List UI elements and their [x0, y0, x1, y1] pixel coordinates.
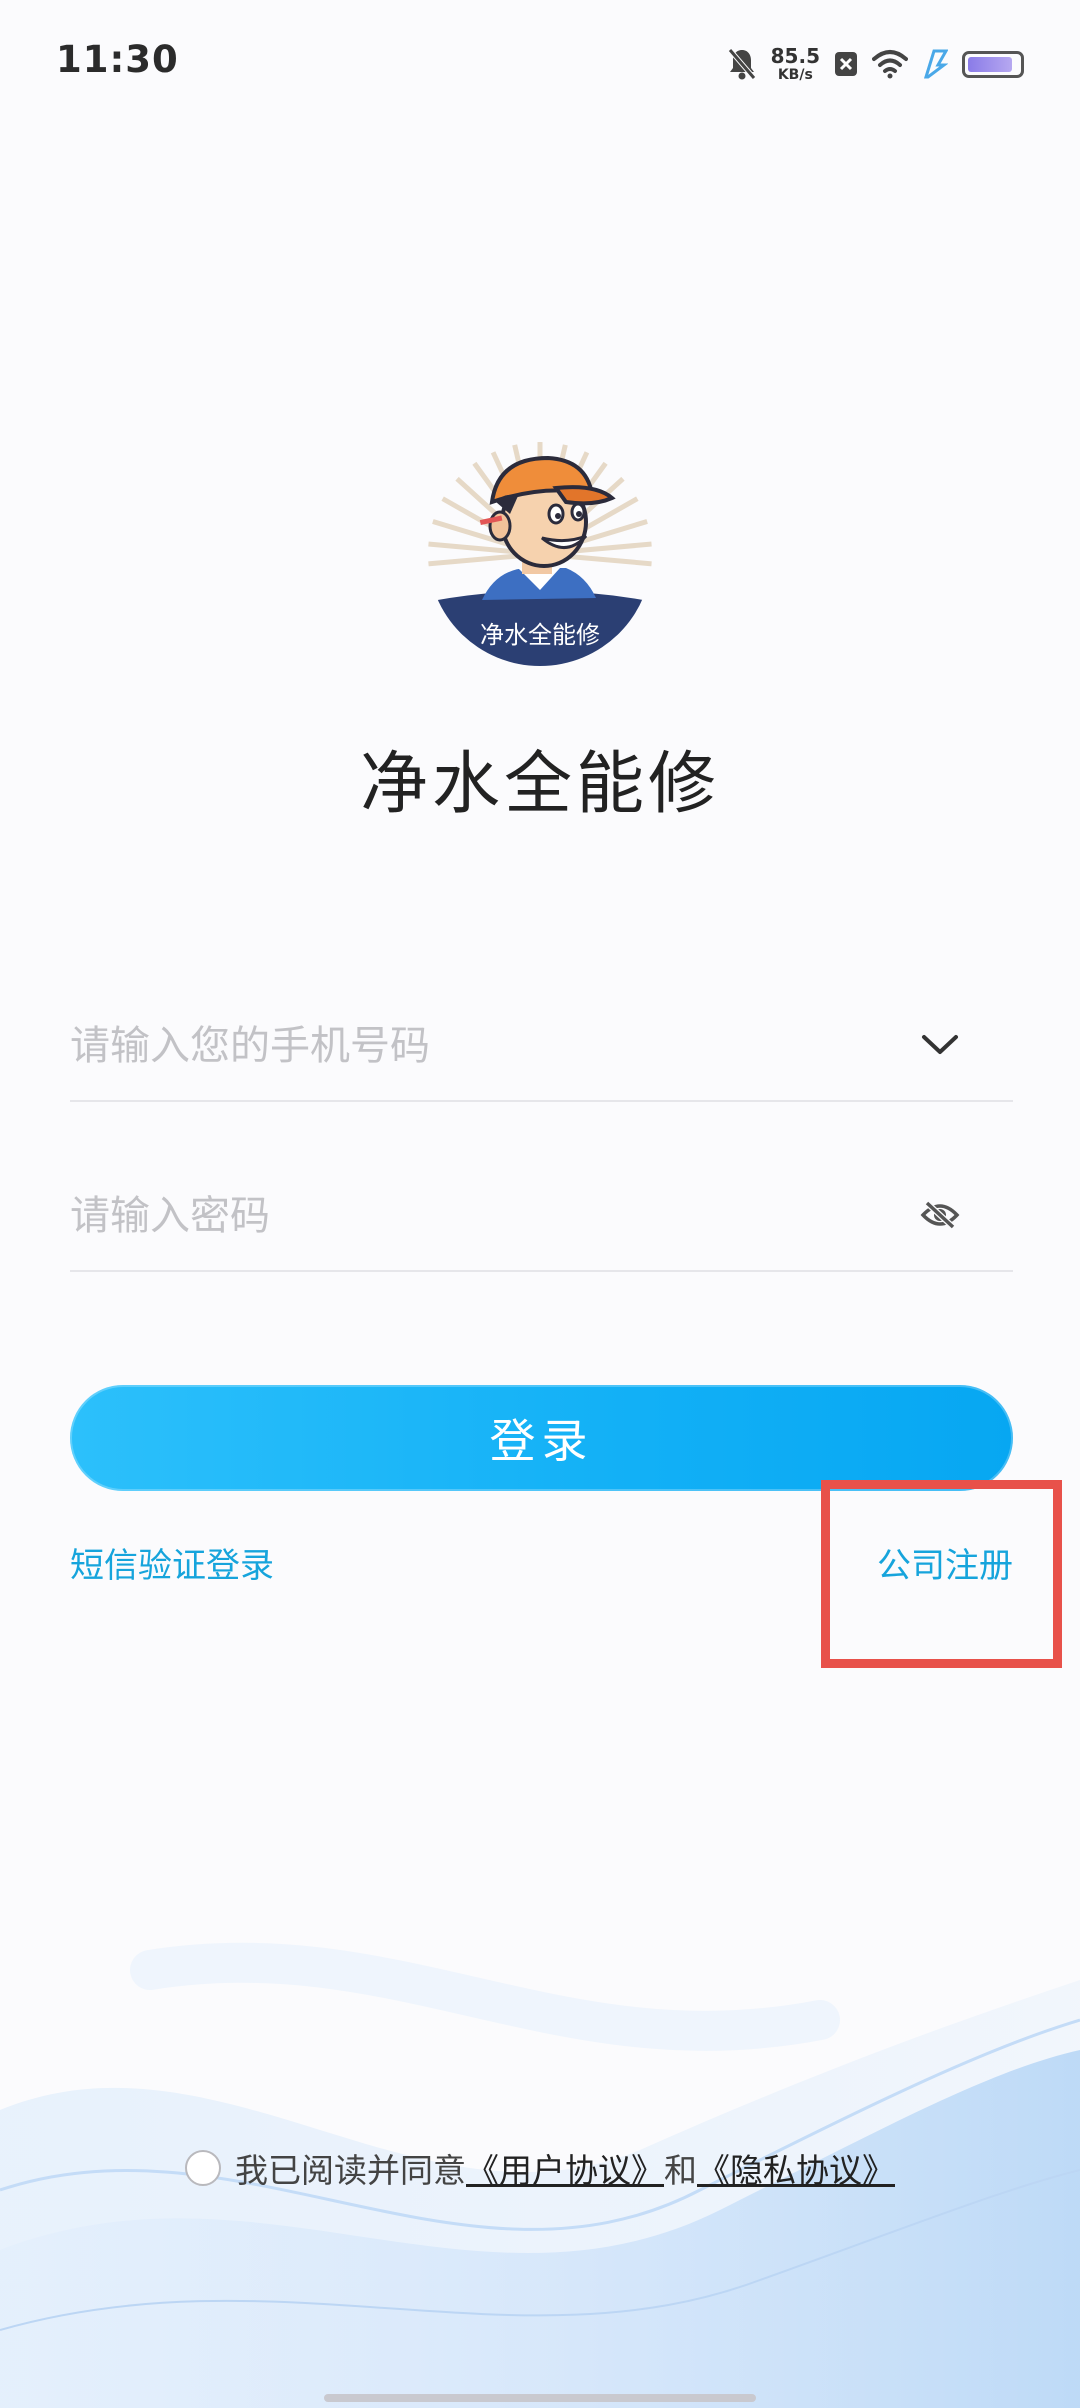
- network-speed: 85.5 KB/s: [771, 46, 820, 82]
- password-field: [70, 1162, 1013, 1272]
- phone-field: [70, 992, 1013, 1102]
- battery-icon: [962, 50, 1024, 78]
- phone-input[interactable]: [70, 1010, 890, 1082]
- net-speed-value: 85.5: [770, 44, 820, 68]
- battery-fill: [968, 56, 1013, 72]
- app-title: 净水全能修: [359, 745, 720, 824]
- bell-muted-icon: [727, 48, 756, 80]
- agreement-row: 我已阅读并同意 《用户协议》 和 《隐私协议》: [0, 2144, 1080, 2192]
- sms-login-link[interactable]: 短信验证登录: [70, 1538, 274, 1587]
- wifi-icon: [872, 50, 908, 79]
- agreement-prefix: 我已阅读并同意: [235, 2151, 466, 2190]
- password-visibility-toggle[interactable]: [917, 1192, 963, 1238]
- eye-off-icon: [920, 1200, 960, 1230]
- home-indicator[interactable]: [324, 2394, 756, 2402]
- chevron-down-icon: [922, 1035, 958, 1054]
- status-icons: 85.5 KB/s: [727, 40, 1024, 88]
- logo-text: 净水全能修: [480, 621, 600, 649]
- login-button[interactable]: 登录: [70, 1385, 1013, 1491]
- agreement-conjunction: 和: [664, 2151, 697, 2190]
- background-waves: [0, 1942, 1080, 2408]
- charging-icon: [923, 49, 948, 79]
- net-speed-unit: KB/s: [777, 67, 813, 83]
- status-bar: 11:30 85.5 KB/s: [0, 0, 1080, 126]
- status-time: 11:30: [56, 38, 179, 81]
- privacy-agreement-link[interactable]: 《隐私协议》: [697, 2144, 895, 2192]
- user-agreement-link[interactable]: 《用户协议》: [466, 2144, 664, 2192]
- phone-dropdown-toggle[interactable]: [917, 1022, 963, 1068]
- highlight-box: [821, 1480, 1062, 1668]
- app-logo: 净水全能修: [428, 442, 652, 666]
- agreement-checkbox[interactable]: [185, 2150, 221, 2186]
- password-input[interactable]: [70, 1180, 890, 1252]
- close-box-icon: [835, 52, 857, 76]
